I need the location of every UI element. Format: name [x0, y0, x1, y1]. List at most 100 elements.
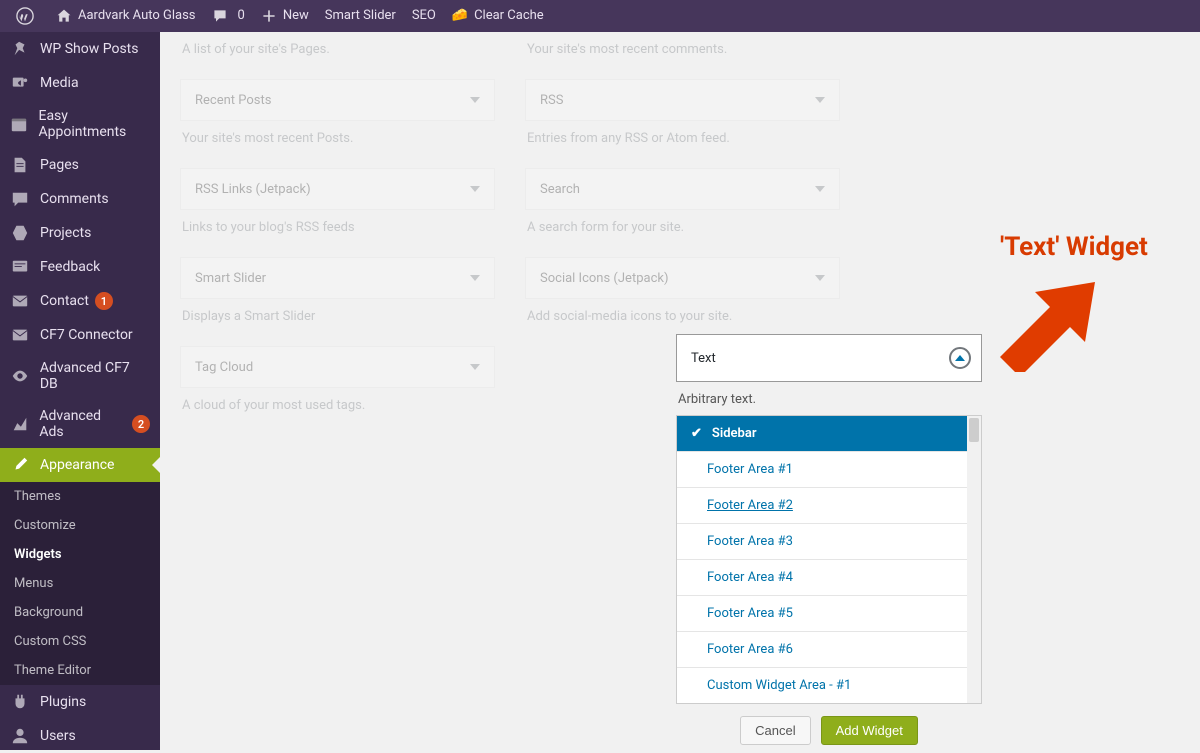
widget-tag-cloud[interactable]: Tag Cloud — [180, 346, 495, 388]
comments-icon — [10, 190, 30, 208]
widget-social-icons[interactable]: Social Icons (Jetpack) — [525, 257, 840, 299]
notification-badge: 1 — [95, 292, 113, 310]
site-name: Aardvark Auto Glass — [78, 0, 196, 32]
seo-link[interactable]: SEO — [404, 0, 444, 32]
calendar-icon — [10, 115, 28, 133]
brush-icon — [10, 456, 30, 474]
plus-icon — [261, 8, 277, 24]
chevron-down-icon — [815, 186, 825, 192]
submenu-customize[interactable]: Customize — [0, 511, 160, 540]
arrow-icon — [1000, 262, 1120, 372]
text-widget-desc: Arbitrary text. — [676, 382, 982, 415]
widget-recent-posts[interactable]: Recent Posts — [180, 79, 495, 121]
page-icon — [10, 156, 30, 174]
area-option-footer-2[interactable]: Footer Area #2 — [677, 488, 981, 524]
sidebar-item-wp-show-posts[interactable]: WP Show Posts — [0, 32, 160, 66]
bolt-icon: 🧀 — [452, 0, 468, 32]
submenu-menus[interactable]: Menus — [0, 569, 160, 598]
plugin-icon — [10, 693, 30, 711]
widget-desc: Links to your blog's RSS feeds — [180, 210, 495, 257]
area-option-footer-3[interactable]: Footer Area #3 — [677, 524, 981, 560]
eye-icon — [10, 367, 30, 385]
pin-icon — [10, 40, 30, 58]
user-icon — [10, 727, 30, 745]
comment-count: 0 — [238, 0, 245, 32]
annotation: 'Text' Widget — [1000, 232, 1148, 272]
chevron-down-icon — [470, 97, 480, 103]
sidebar-item-comments[interactable]: Comments — [0, 182, 160, 216]
submenu-theme-editor[interactable]: Theme Editor — [0, 656, 160, 685]
area-option-footer-6[interactable]: Footer Area #6 — [677, 632, 981, 668]
cancel-button[interactable]: Cancel — [740, 716, 810, 745]
submenu-custom-css[interactable]: Custom CSS — [0, 627, 160, 656]
widget-desc: Your site's most recent Posts. — [180, 121, 495, 168]
sidebar-item-pages[interactable]: Pages — [0, 148, 160, 182]
widget-desc: Entries from any RSS or Atom feed. — [525, 121, 840, 168]
widget-rss[interactable]: RSS — [525, 79, 840, 121]
new-label: New — [283, 0, 309, 32]
appearance-submenu: Themes Customize Widgets Menus Backgroun… — [0, 482, 160, 685]
new-link[interactable]: New — [253, 0, 317, 32]
wordpress-icon — [16, 7, 34, 25]
widget-search[interactable]: Search — [525, 168, 840, 210]
scroll-thumb[interactable] — [969, 418, 979, 442]
area-option-footer-4[interactable]: Footer Area #4 — [677, 560, 981, 596]
area-option-custom-1[interactable]: Custom Widget Area - #1 — [677, 668, 981, 703]
widget-desc: Displays a Smart Slider — [180, 299, 495, 346]
sidebar-item-cf7-connector[interactable]: CF7 Connector — [0, 318, 160, 352]
sidebar-item-media[interactable]: Media — [0, 66, 160, 100]
admin-sidebar: WP Show Posts Media Easy Appointments Pa… — [0, 32, 160, 750]
chevron-down-icon — [815, 97, 825, 103]
clear-cache-link[interactable]: 🧀 Clear Cache — [444, 0, 552, 32]
area-option-footer-1[interactable]: Footer Area #1 — [677, 452, 981, 488]
sidebar-item-projects[interactable]: Projects — [0, 216, 160, 250]
chevron-down-icon — [470, 186, 480, 192]
chevron-down-icon — [470, 275, 480, 281]
submenu-widgets[interactable]: Widgets — [0, 540, 160, 569]
home-icon — [56, 8, 72, 24]
widget-rss-links[interactable]: RSS Links (Jetpack) — [180, 168, 495, 210]
sidebar-item-appearance[interactable]: Appearance — [0, 448, 160, 482]
smart-slider-link[interactable]: Smart Slider — [317, 0, 404, 32]
chevron-down-icon — [815, 275, 825, 281]
submenu-background[interactable]: Background — [0, 598, 160, 627]
mail-icon — [10, 292, 30, 310]
widget-area-list: ✔ Sidebar Footer Area #1 Footer Area #2 … — [676, 415, 982, 704]
main-content: A list of your site's Pages. Recent Post… — [160, 32, 1200, 750]
notification-badge: 2 — [132, 415, 150, 433]
sidebar-item-easy-appointments[interactable]: Easy Appointments — [0, 100, 160, 148]
chevron-down-icon — [470, 364, 480, 370]
mail-icon — [10, 326, 30, 344]
annotation-label: 'Text' Widget — [1000, 232, 1148, 262]
sidebar-item-advanced-cf7-db[interactable]: Advanced CF7 DB — [0, 352, 160, 400]
text-widget-panel: Text Arbitrary text. ✔ Sidebar Footer Ar… — [676, 334, 982, 750]
sidebar-item-advanced-ads[interactable]: Advanced Ads2 — [0, 400, 160, 448]
comments-link[interactable]: 0 — [204, 0, 253, 32]
sidebar-item-users[interactable]: Users — [0, 719, 160, 753]
feedback-icon — [10, 258, 30, 276]
scrollbar[interactable] — [967, 416, 981, 703]
site-link[interactable]: Aardvark Auto Glass — [48, 0, 204, 32]
widget-smart-slider[interactable]: Smart Slider — [180, 257, 495, 299]
widget-desc: Your site's most recent comments. — [525, 32, 840, 79]
add-widget-button[interactable]: Add Widget — [821, 716, 918, 745]
check-icon: ✔ — [691, 426, 702, 441]
widget-desc: A search form for your site. — [525, 210, 840, 257]
wp-logo[interactable] — [8, 0, 48, 32]
media-icon — [10, 74, 30, 92]
widget-actions: Cancel Add Widget — [676, 704, 982, 750]
text-widget-header[interactable]: Text — [676, 334, 982, 382]
submenu-themes[interactable]: Themes — [0, 482, 160, 511]
widget-desc: A list of your site's Pages. — [180, 32, 495, 79]
area-option-footer-5[interactable]: Footer Area #5 — [677, 596, 981, 632]
sidebar-item-plugins[interactable]: Plugins — [0, 685, 160, 719]
chevron-up-icon[interactable] — [949, 347, 971, 369]
comment-icon — [212, 8, 228, 24]
admin-toolbar: Aardvark Auto Glass 0 New Smart Slider S… — [0, 0, 1200, 32]
area-option-sidebar[interactable]: ✔ Sidebar — [677, 416, 981, 452]
sidebar-item-feedback[interactable]: Feedback — [0, 250, 160, 284]
projects-icon — [10, 224, 30, 242]
sidebar-item-contact[interactable]: Contact1 — [0, 284, 160, 318]
text-widget-title: Text — [691, 351, 716, 366]
chart-icon — [10, 415, 29, 433]
